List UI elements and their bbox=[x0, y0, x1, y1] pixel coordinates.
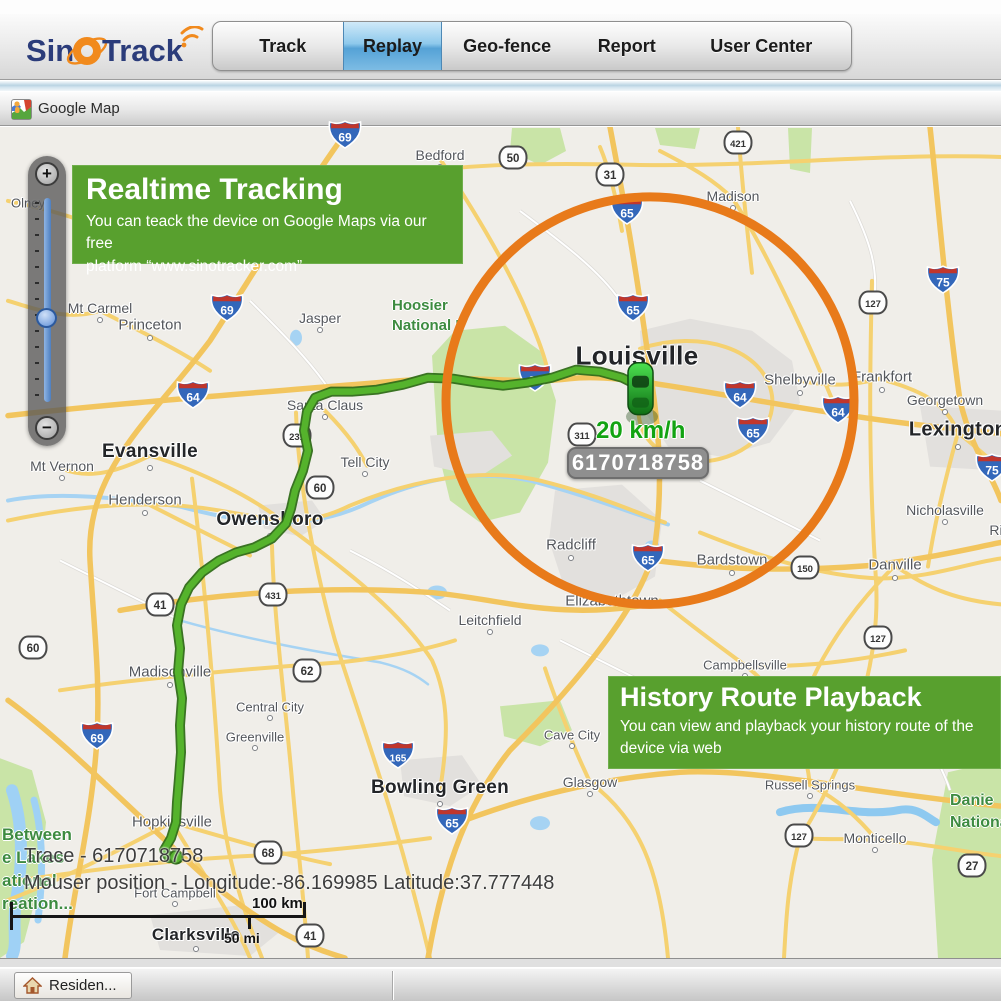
map-title: Google Map bbox=[38, 100, 120, 117]
nav-report[interactable]: Report bbox=[572, 22, 682, 70]
zoom-out-button[interactable]: − bbox=[35, 416, 59, 440]
scale-mi-label: 50 mi bbox=[224, 930, 260, 946]
mouse-position-line: Mouser position - Longitude:-86.169985 L… bbox=[24, 872, 554, 895]
history-banner-title: History Route Playback bbox=[620, 682, 989, 713]
scale-tick-km bbox=[303, 902, 306, 916]
nav-geo-fence[interactable]: Geo-fence bbox=[442, 22, 572, 70]
nav-track[interactable]: Track bbox=[223, 22, 343, 70]
realtime-banner-text-1: You can teack the device on Google Maps … bbox=[86, 211, 449, 256]
map-scale-bar: 100 km 50 mi bbox=[8, 893, 318, 953]
zoom-slider-track[interactable] bbox=[44, 198, 51, 402]
map-zoom-slider: + − bbox=[28, 156, 66, 446]
main-nav: Track Replay Geo-fence Report User Cente… bbox=[212, 21, 852, 71]
taskbar-app-label: Residen... bbox=[49, 977, 117, 994]
logo-wifi-icon bbox=[182, 27, 202, 48]
zoom-slider-ticks bbox=[35, 202, 39, 398]
map-title-bar: Google Map bbox=[0, 91, 1001, 126]
sinotrack-logo: Sin Track bbox=[26, 26, 226, 74]
history-banner-text-2: device via web bbox=[620, 738, 989, 760]
device-id-label: 6170718758 bbox=[567, 447, 709, 479]
realtime-tracking-banner: Realtime Tracking You can teack the devi… bbox=[72, 165, 463, 264]
logo-text-sin: Sin bbox=[26, 33, 74, 68]
zoom-slider-handle[interactable] bbox=[36, 308, 57, 328]
nav-replay[interactable]: Replay bbox=[343, 22, 443, 70]
nav-user-center[interactable]: User Center bbox=[682, 22, 841, 70]
zoom-in-button[interactable]: + bbox=[35, 162, 59, 186]
history-banner-text-1: You can view and playback your history r… bbox=[620, 716, 989, 738]
taskbar: Residen... bbox=[0, 968, 1001, 1001]
scale-tick-left bbox=[10, 902, 13, 930]
speed-label: 20 km/h bbox=[596, 417, 685, 445]
scale-km-label: 100 km bbox=[252, 895, 303, 912]
app-window: Sin Track Track Replay Geo-fence Report … bbox=[0, 0, 1001, 1001]
history-playback-banner: History Route Playback You can view and … bbox=[608, 676, 1001, 769]
window-top-strip bbox=[0, 0, 1001, 14]
header-accent-strip bbox=[0, 81, 1001, 91]
window-bottom-strip bbox=[0, 958, 1001, 968]
taskbar-separator bbox=[392, 971, 393, 1000]
trace-status-line: Trace - 6170718758 bbox=[24, 845, 203, 868]
google-map-icon bbox=[11, 99, 32, 120]
taskbar-app-button[interactable]: Residen... bbox=[14, 972, 132, 999]
scale-tick-mi bbox=[248, 915, 251, 929]
home-icon bbox=[23, 977, 42, 994]
logo-text-track: Track bbox=[102, 33, 184, 68]
realtime-banner-title: Realtime Tracking bbox=[86, 173, 449, 207]
realtime-banner-text-2: platform “www.sinotracker.com” bbox=[86, 256, 449, 278]
scale-line bbox=[10, 915, 306, 918]
